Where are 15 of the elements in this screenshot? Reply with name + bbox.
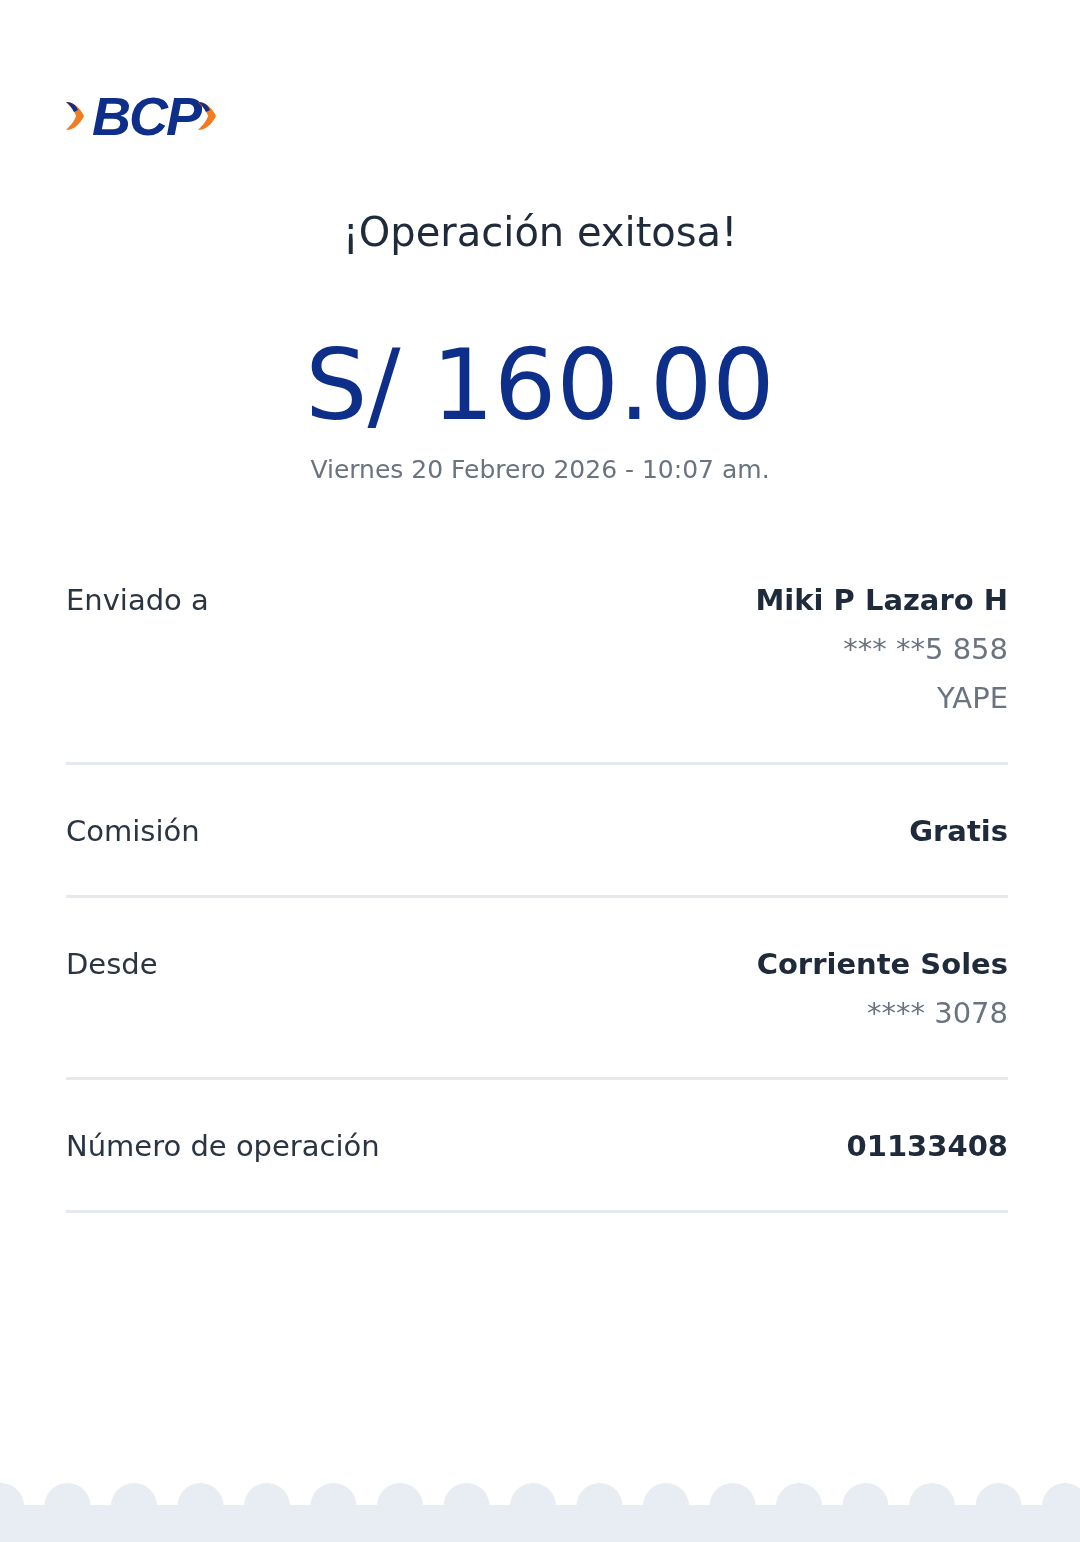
detail-label: Número de operación: [66, 1128, 380, 1165]
date-time: Viernes 20 Febrero 2026 - 10:07 am.: [309, 454, 771, 486]
detail-value: 01133408: [846, 1128, 1008, 1165]
detail-value: YAPE: [936, 680, 1008, 717]
detail-value: Corriente Soles: [756, 946, 1008, 983]
detail-value: Gratis: [909, 813, 1008, 850]
detail-label: Enviado a: [66, 582, 209, 619]
detail-label: Comisión: [66, 813, 200, 850]
logo-text: BCP: [92, 92, 200, 140]
detail-label: Desde: [66, 946, 158, 983]
detail-value: **** 3078: [866, 995, 1008, 1032]
success-title: ¡Operación exitosa!: [341, 208, 739, 257]
amount: S/ 160.00: [304, 330, 776, 440]
detail-value: *** **5 858: [843, 631, 1008, 668]
detail-value: Miki P Lazaro H: [755, 582, 1008, 619]
